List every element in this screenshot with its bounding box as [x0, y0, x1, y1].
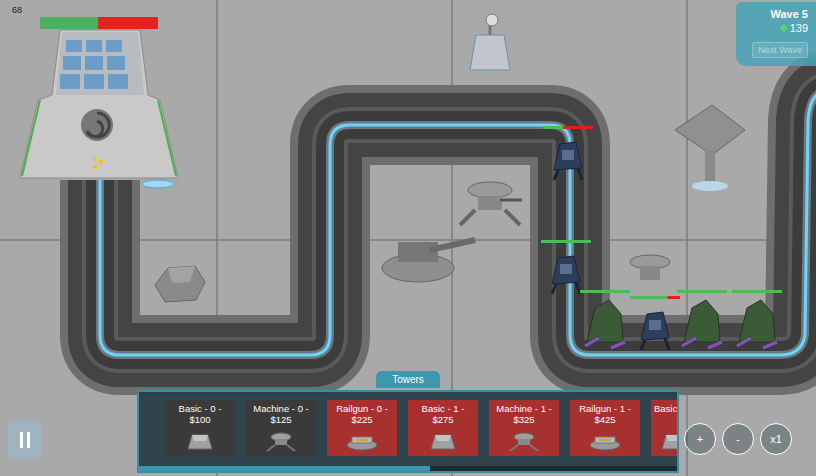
tower-label: Railgun - 0 - $225 [329, 403, 395, 426]
enemy-health-fill [543, 126, 563, 129]
machine-tower-2[interactable] [630, 255, 670, 280]
coin-icon [779, 24, 787, 32]
tower-label: Machine - 1 - $325 [491, 403, 557, 426]
enemy[interactable] [677, 290, 727, 348]
pause-button[interactable] [8, 420, 42, 460]
tray-scroll-thumb[interactable] [139, 466, 430, 471]
tower-card[interactable]: Railgun - 0 - $225 [327, 400, 397, 456]
machine-tower[interactable] [460, 182, 522, 225]
tower-card[interactable]: Basic - 0 - $100 [165, 400, 235, 456]
enemy-health-fill [677, 290, 727, 293]
enemy[interactable] [630, 296, 680, 350]
tower-card[interactable]: Basic [651, 400, 679, 456]
money-value: 139 [790, 22, 808, 34]
tower-card[interactable]: Basic - 1 - $275 [408, 400, 478, 456]
radar-tower[interactable] [470, 14, 510, 70]
tower-label: Machine - 0 - $125 [248, 403, 314, 426]
basic-tower-icon [180, 429, 220, 453]
enemy[interactable] [543, 126, 593, 180]
game-screen: 68 Wave 5 139 Next Wave Towers Basic - 0… [0, 0, 816, 476]
speed-controls: +-x1 [684, 423, 792, 455]
enemy-health-fill [580, 290, 630, 293]
speed-control-button[interactable]: + [684, 423, 716, 455]
base-health-fill [40, 17, 98, 29]
basic-tower[interactable] [155, 266, 205, 302]
wave-panel: Wave 5 139 Next Wave [736, 2, 816, 66]
machine-tower-icon [504, 429, 544, 453]
pause-icon [20, 432, 30, 448]
enemy-health-fill [630, 296, 668, 299]
basic-tower-icon [654, 429, 679, 453]
speed-control-button[interactable]: x1 [760, 423, 792, 455]
enemy-health-track [541, 240, 591, 243]
speed-control-button[interactable]: - [722, 423, 754, 455]
enemy-health-track [543, 126, 593, 129]
tower-label: Basic [654, 403, 677, 414]
base-building[interactable] [20, 30, 178, 188]
enemy-health-track [677, 290, 727, 293]
wave-label: Wave 5 [770, 8, 808, 20]
tower-card[interactable]: Machine - 0 - $125 [246, 400, 316, 456]
tower-label: Basic - 1 - $275 [410, 403, 476, 426]
enemy-health-track [630, 296, 680, 299]
tower-tray: Basic - 0 - $100 Machine - 0 - $125 Rail… [137, 390, 679, 473]
tower-list: Basic - 0 - $100 Machine - 0 - $125 Rail… [139, 392, 677, 456]
tower-card[interactable]: Machine - 1 - $325 [489, 400, 559, 456]
enemy[interactable] [541, 240, 591, 294]
enemy-health-fill [732, 290, 782, 293]
fps-counter: 68 [12, 5, 22, 15]
cannon-tower[interactable] [382, 240, 475, 282]
enemy[interactable] [580, 290, 630, 348]
enemy[interactable] [732, 290, 782, 348]
tray-scrollbar[interactable] [139, 466, 677, 471]
tower-label: Basic - 0 - $100 [167, 403, 233, 426]
money: 139 [781, 22, 808, 34]
enemy-health-fill [541, 240, 591, 243]
tower-label: Railgun - 1 - $425 [572, 403, 638, 426]
road [100, 90, 816, 355]
base-health-bar [40, 17, 158, 29]
towers-tab[interactable]: Towers [376, 371, 440, 388]
enemy-health-track [732, 290, 782, 293]
railgun-tower-icon [585, 429, 625, 453]
next-wave-button[interactable]: Next Wave [752, 42, 808, 58]
machine-tower-icon [261, 429, 301, 453]
tower-card[interactable]: Railgun - 1 - $425 [570, 400, 640, 456]
enemy-health-track [580, 290, 630, 293]
spire-tower[interactable] [675, 105, 745, 191]
railgun-tower-icon [342, 429, 382, 453]
basic-tower-icon [423, 429, 463, 453]
